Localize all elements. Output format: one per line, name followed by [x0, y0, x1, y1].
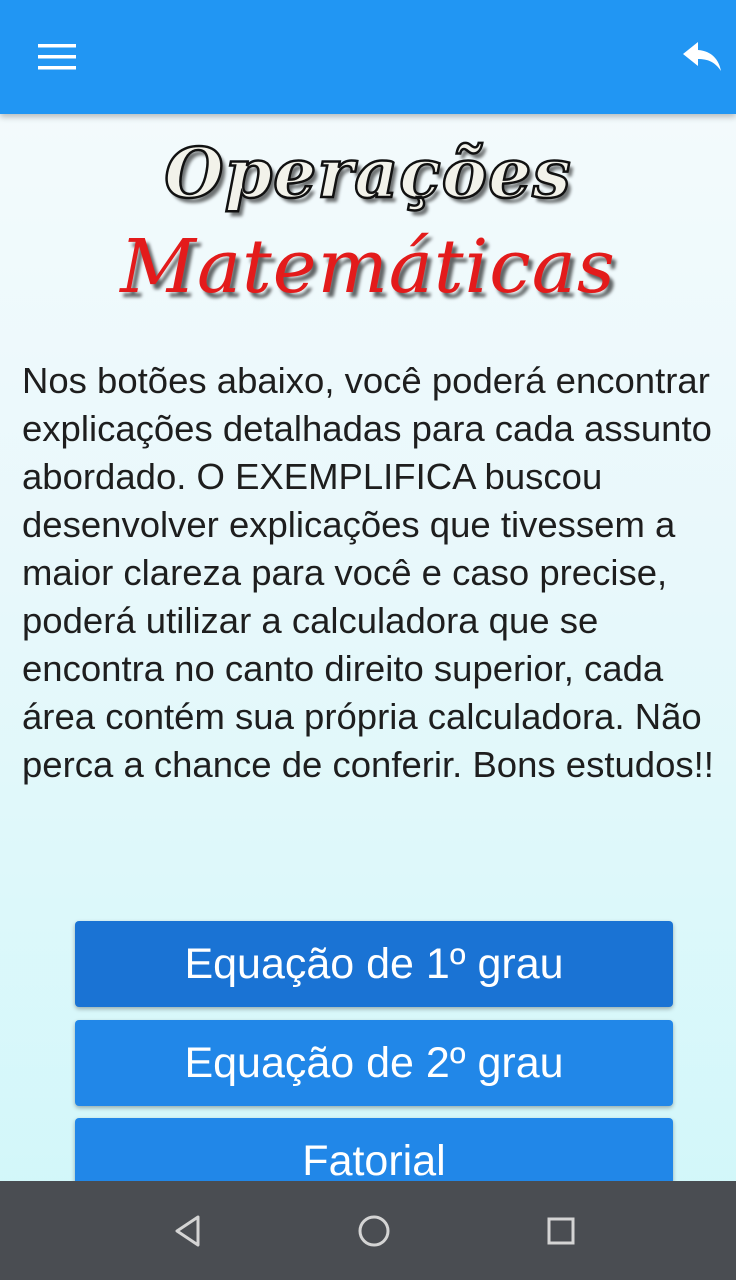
intro-paragraph: Nos botões abaixo, você poderá encontrar… — [22, 360, 714, 785]
nav-back-button[interactable] — [160, 1203, 216, 1259]
circle-home-icon — [358, 1215, 390, 1247]
hamburger-menu-icon — [38, 44, 76, 70]
nav-recents-button[interactable] — [533, 1203, 589, 1259]
logo-title-line2: Matemáticas — [120, 224, 616, 310]
reply-arrow-icon — [683, 42, 721, 71]
triangle-back-icon — [175, 1215, 200, 1247]
system-nav-bar — [0, 1181, 736, 1280]
back-button[interactable] — [674, 30, 730, 86]
app-logo: Operações Matemáticas — [60, 130, 676, 320]
equacao-primeiro-grau-button[interactable]: Equação de 1º grau — [75, 921, 673, 1007]
square-recents-icon — [547, 1217, 575, 1245]
app-bar — [0, 0, 736, 114]
logo-title-line1: Operações — [163, 133, 572, 216]
equacao-segundo-grau-button[interactable]: Equação de 2º grau — [75, 1020, 673, 1106]
menu-button[interactable] — [24, 32, 92, 84]
nav-home-button[interactable] — [346, 1203, 402, 1259]
